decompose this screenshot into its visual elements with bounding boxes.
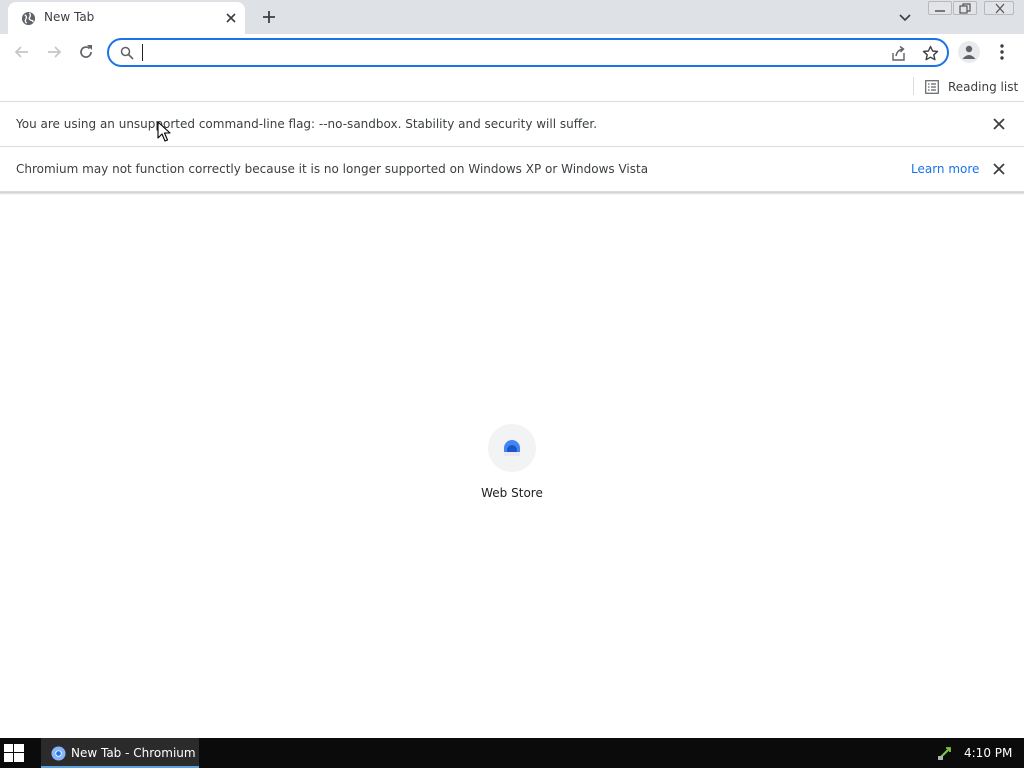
omnibox[interactable] (107, 38, 949, 67)
close-icon[interactable] (991, 116, 1007, 132)
infobar-message: Chromium may not function correctly beca… (16, 162, 649, 176)
mouse-cursor-icon (157, 121, 171, 142)
content-top-shadow (0, 192, 1024, 195)
more-options-icon[interactable] (994, 42, 1010, 62)
infobar-message: You are using an unsupported command-lin… (16, 117, 598, 131)
person-icon (962, 45, 976, 59)
tab-new-tab[interactable]: New Tab (8, 2, 245, 34)
taskbar-item-label: New Tab - Chromium (71, 746, 196, 760)
shortcut-icon-background (488, 424, 536, 472)
new-tab-plus-icon[interactable] (260, 8, 278, 26)
tab-title: New Tab (44, 10, 95, 24)
network-tray-icon[interactable] (937, 745, 953, 761)
reload-icon[interactable] (76, 42, 96, 62)
close-icon[interactable] (991, 161, 1007, 177)
bookmarks-separator (913, 77, 914, 95)
share-icon[interactable] (890, 45, 907, 62)
chromium-icon (51, 746, 66, 761)
back-arrow-icon[interactable] (12, 42, 32, 62)
taskbar: New Tab - Chromium 4:10 PM (0, 738, 1024, 768)
taskbar-clock[interactable]: 4:10 PM (964, 746, 1012, 760)
windows-start-icon[interactable] (4, 744, 24, 762)
restore-icon (959, 3, 971, 14)
search-icon (120, 46, 134, 60)
taskbar-item-chromium[interactable]: New Tab - Chromium (41, 738, 199, 768)
infobar-unsupported-os: Chromium may not function correctly beca… (0, 147, 1024, 192)
restore-button[interactable] (953, 1, 977, 15)
shortcut-tile-web-store[interactable]: Web Store (466, 418, 558, 510)
forward-arrow-icon[interactable] (44, 42, 64, 62)
reading-list-label: Reading list (948, 80, 1019, 94)
screen: New Tab Reading list You are using an un… (0, 0, 1024, 768)
bookmarks-bar: Reading list (0, 71, 1024, 102)
minimize-icon (935, 10, 945, 12)
learn-more-link[interactable]: Learn more (911, 162, 979, 176)
web-store-icon (504, 440, 520, 456)
toolbar (0, 34, 1024, 71)
minimize-button[interactable] (928, 1, 952, 15)
address-input[interactable] (141, 43, 871, 62)
reading-list-icon (925, 80, 939, 94)
tab-search-chevron-down-icon[interactable] (897, 9, 913, 25)
text-caret (142, 44, 143, 61)
shortcut-label: Web Store (481, 486, 543, 500)
profile-avatar-button[interactable] (958, 41, 980, 63)
infobar-no-sandbox: You are using an unsupported command-lin… (0, 102, 1024, 147)
bookmark-star-icon[interactable] (922, 45, 939, 62)
window-close-icon (995, 3, 1005, 14)
close-tab-icon[interactable] (223, 10, 239, 26)
window-close-button[interactable] (984, 1, 1014, 15)
reading-list-button[interactable]: Reading list (921, 75, 1018, 99)
globe-icon (21, 11, 36, 26)
tab-strip: New Tab (0, 0, 1024, 34)
